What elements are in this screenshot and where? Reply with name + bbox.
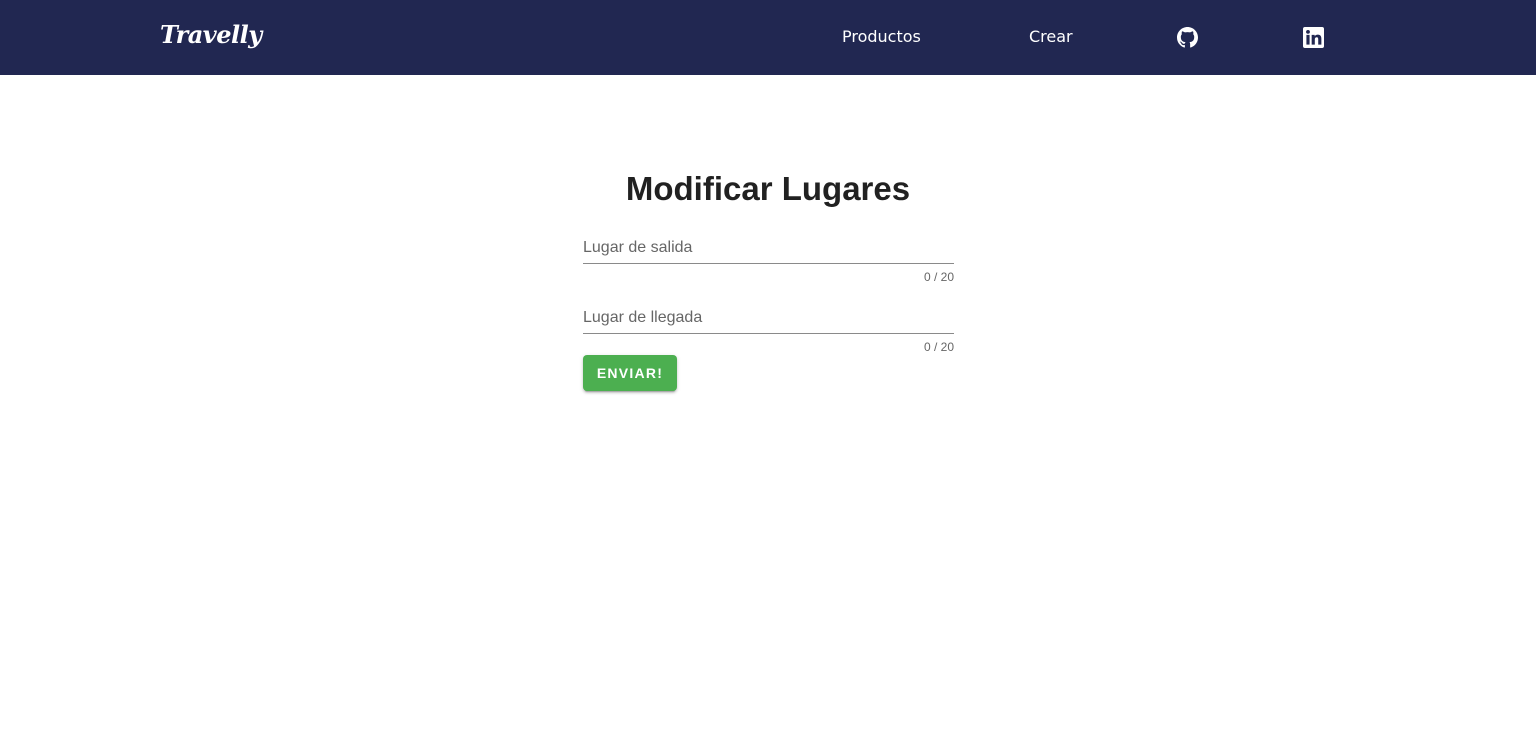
- brand-logo[interactable]: Travelly: [160, 20, 262, 49]
- linkedin-icon[interactable]: [1303, 27, 1324, 48]
- arrival-input[interactable]: [583, 306, 954, 334]
- github-icon[interactable]: [1177, 27, 1198, 48]
- top-navbar: Travelly Productos Crear: [0, 0, 1536, 75]
- submit-button[interactable]: ENVIAR!: [583, 355, 677, 391]
- departure-field: 0 / 20: [583, 236, 954, 284]
- departure-char-counter: 0 / 20: [923, 270, 954, 284]
- page-title: Modificar Lugares: [625, 170, 911, 207]
- departure-input[interactable]: [583, 236, 954, 264]
- nav-link-crear[interactable]: Crear: [1029, 27, 1073, 46]
- arrival-char-counter: 0 / 20: [923, 340, 954, 354]
- nav-link-productos[interactable]: Productos: [842, 27, 921, 46]
- arrival-field: 0 / 20: [583, 306, 954, 354]
